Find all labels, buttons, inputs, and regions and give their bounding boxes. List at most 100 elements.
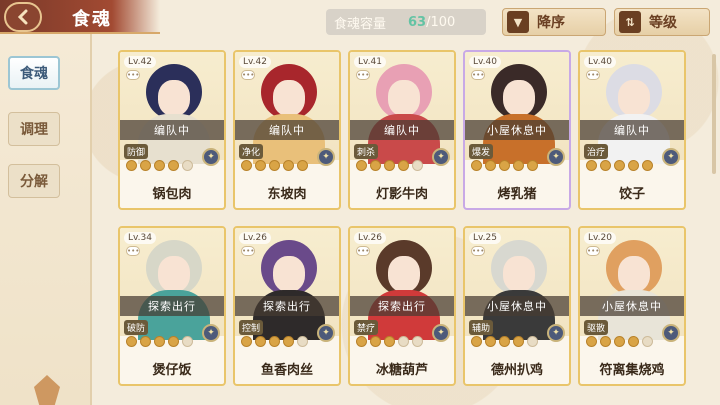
portrait-face bbox=[158, 256, 190, 292]
element-icon: ✦ bbox=[432, 148, 450, 166]
food-soul-card[interactable]: Lv.34 ••• 探索出行 破防 ✦ 煲仔饭 bbox=[118, 226, 226, 386]
role-tag: 防御 bbox=[124, 144, 149, 159]
sidebar-item-food-soul[interactable]: 食魂 bbox=[8, 56, 60, 90]
star-rating bbox=[241, 336, 308, 347]
scrollbar[interactable] bbox=[712, 54, 716, 174]
star-icon bbox=[398, 160, 409, 171]
food-soul-name: 鱼香肉丝 bbox=[260, 363, 313, 378]
portrait-face bbox=[273, 256, 305, 292]
sidebar: 食魂 调理 分解 bbox=[0, 34, 92, 405]
sidebar-item-label: 分解 bbox=[20, 174, 48, 190]
element-icon: ✦ bbox=[662, 148, 680, 166]
bubble-icon: ••• bbox=[586, 246, 600, 256]
star-icon bbox=[485, 336, 496, 347]
food-soul-name: 烤乳猪 bbox=[497, 187, 537, 202]
star-rating bbox=[126, 160, 193, 171]
back-arrow-icon bbox=[17, 9, 28, 25]
portrait-face bbox=[503, 80, 535, 116]
star-icon bbox=[628, 336, 639, 347]
star-rating bbox=[356, 160, 423, 171]
portrait-face bbox=[388, 80, 420, 116]
food-soul-name: 饺子 bbox=[618, 187, 645, 202]
food-soul-card[interactable]: Lv.25 ••• 小屋休息中 辅助 ✦ 德州扒鸡 bbox=[463, 226, 571, 386]
food-soul-card[interactable]: Lv.42 ••• 编队中 防御 ✦ 锅包肉 bbox=[118, 50, 226, 210]
bubble-icon: ••• bbox=[471, 246, 485, 256]
status-banner: 编队中 bbox=[120, 120, 224, 140]
status-banner: 小屋休息中 bbox=[580, 296, 684, 316]
star-rating bbox=[471, 160, 538, 171]
food-soul-card[interactable]: Lv.40 ••• 编队中 治疗 ✦ 饺子 bbox=[578, 50, 686, 210]
element-icon: ✦ bbox=[662, 324, 680, 342]
star-icon bbox=[126, 336, 137, 347]
level-badge: Lv.40 bbox=[469, 56, 501, 68]
star-icon bbox=[471, 336, 482, 347]
bubble-icon: ••• bbox=[356, 246, 370, 256]
star-icon bbox=[485, 160, 496, 171]
bubble-icon: ••• bbox=[126, 70, 140, 80]
star-icon bbox=[356, 160, 367, 171]
star-icon bbox=[642, 160, 653, 171]
star-icon bbox=[241, 160, 252, 171]
sidebar-item-decompose[interactable]: 分解 bbox=[8, 164, 60, 198]
chevron-down-icon: ▼ bbox=[507, 11, 529, 33]
role-tag: 爆发 bbox=[469, 144, 494, 159]
sidebar-item-cooking[interactable]: 调理 bbox=[8, 112, 60, 146]
star-icon bbox=[154, 336, 165, 347]
food-soul-name: 锅包肉 bbox=[152, 187, 192, 202]
star-icon bbox=[140, 336, 151, 347]
star-rating bbox=[586, 160, 653, 171]
level-badge: Lv.25 bbox=[469, 232, 501, 244]
role-tag: 破防 bbox=[124, 320, 149, 335]
star-icon bbox=[241, 336, 252, 347]
sort-order-label: 降序 bbox=[537, 15, 565, 31]
star-icon bbox=[182, 336, 193, 347]
ornament-icon bbox=[34, 375, 60, 405]
food-soul-card[interactable]: Lv.42 ••• 编队中 净化 ✦ 东坡肉 bbox=[233, 50, 341, 210]
sort-order-button[interactable]: ▼ 降序 bbox=[502, 8, 606, 36]
food-soul-grid: Lv.42 ••• 编队中 防御 ✦ 锅包肉 Lv.42 ••• 编队中 净化 … bbox=[108, 46, 708, 396]
star-icon bbox=[586, 160, 597, 171]
food-soul-card[interactable]: Lv.41 ••• 编队中 刺杀 ✦ 灯影牛肉 bbox=[348, 50, 456, 210]
status-banner: 探索出行 bbox=[235, 296, 339, 316]
star-icon bbox=[168, 160, 179, 171]
food-soul-card[interactable]: Lv.26 ••• 探索出行 控制 ✦ 鱼香肉丝 bbox=[233, 226, 341, 386]
level-badge: Lv.26 bbox=[354, 232, 386, 244]
status-banner: 小屋休息中 bbox=[465, 296, 569, 316]
status-banner: 探索出行 bbox=[350, 296, 454, 316]
role-tag: 刺杀 bbox=[354, 144, 379, 159]
status-banner: 小屋休息中 bbox=[465, 120, 569, 140]
level-badge: Lv.20 bbox=[584, 232, 616, 244]
element-icon: ✦ bbox=[317, 148, 335, 166]
food-soul-card[interactable]: Lv.40 ••• 小屋休息中 爆发 ✦ 烤乳猪 bbox=[463, 50, 571, 210]
star-icon bbox=[398, 336, 409, 347]
sort-key-button[interactable]: ⇅ 等级 bbox=[614, 8, 710, 36]
star-icon bbox=[513, 336, 524, 347]
star-icon bbox=[499, 160, 510, 171]
food-soul-name: 冰糖葫芦 bbox=[375, 363, 428, 378]
status-banner: 编队中 bbox=[235, 120, 339, 140]
sidebar-item-label: 食魂 bbox=[20, 66, 48, 82]
star-icon bbox=[356, 336, 367, 347]
star-icon bbox=[527, 336, 538, 347]
back-button[interactable] bbox=[4, 2, 42, 32]
level-badge: Lv.42 bbox=[239, 56, 271, 68]
portrait-face bbox=[618, 256, 650, 292]
bubble-icon: ••• bbox=[356, 70, 370, 80]
portrait-face bbox=[158, 80, 190, 116]
star-rating bbox=[241, 160, 308, 171]
element-icon: ✦ bbox=[547, 148, 565, 166]
level-badge: Lv.41 bbox=[354, 56, 386, 68]
star-icon bbox=[269, 160, 280, 171]
star-rating bbox=[356, 336, 423, 347]
food-soul-card[interactable]: Lv.26 ••• 探索出行 禁疗 ✦ 冰糖葫芦 bbox=[348, 226, 456, 386]
star-icon bbox=[283, 160, 294, 171]
star-icon bbox=[297, 336, 308, 347]
capacity-max: /100 bbox=[426, 14, 456, 30]
star-icon bbox=[471, 160, 482, 171]
role-tag: 驱散 bbox=[584, 320, 609, 335]
status-banner: 编队中 bbox=[580, 120, 684, 140]
role-tag: 禁疗 bbox=[354, 320, 379, 335]
food-soul-card[interactable]: Lv.20 ••• 小屋休息中 驱散 ✦ 符离集烧鸡 bbox=[578, 226, 686, 386]
star-icon bbox=[370, 160, 381, 171]
star-rating bbox=[126, 336, 193, 347]
